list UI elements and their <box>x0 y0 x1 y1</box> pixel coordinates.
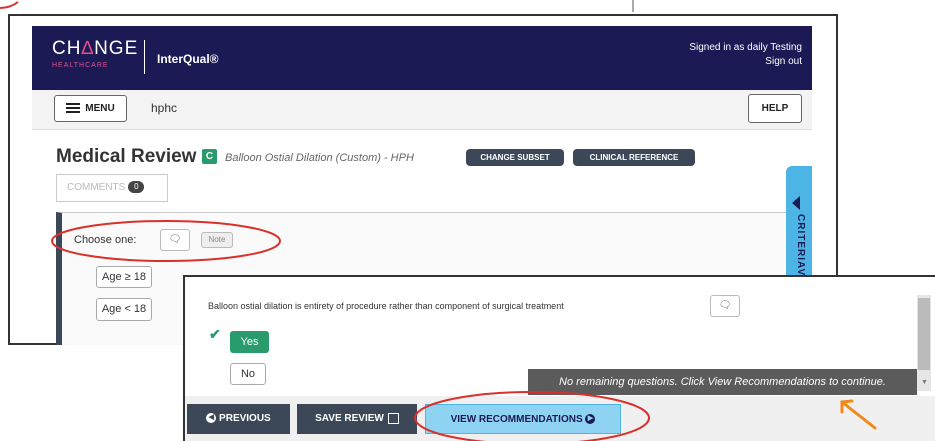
hamburger-icon <box>66 107 81 110</box>
toolbar: MENU hphc HELP <box>32 90 812 130</box>
scroll-down-icon[interactable]: ▼ <box>921 379 928 386</box>
comment-button[interactable]: 🗨︎ <box>710 295 740 317</box>
logo-subtitle: HEALTHCARE <box>52 62 109 69</box>
comments-count-badge: 0 <box>128 181 145 194</box>
question-text: Balloon ostial dilation is entirety of p… <box>208 301 564 311</box>
speech-bubble-icon: 🗨︎ <box>168 234 182 245</box>
scrollbar-thumb[interactable] <box>918 298 930 370</box>
tooltip: No remaining questions. Click View Recom… <box>528 369 917 395</box>
option-age-under-18[interactable]: Age < 18 <box>96 298 152 321</box>
criteria-side-tab[interactable]: CRITERIAV <box>786 166 812 286</box>
save-icon <box>387 412 399 424</box>
chevron-left-icon <box>792 196 800 210</box>
app-header: CH∆NGE HEALTHCARE InterQual® Signed in a… <box>32 26 812 90</box>
comments-button[interactable]: COMMENTS 0 <box>56 174 168 202</box>
change-subset-button[interactable]: CHANGE SUBSET <box>466 149 564 166</box>
checkmark-icon: ✔ <box>209 326 221 342</box>
search-context-text: hphc <box>151 101 178 115</box>
no-button[interactable]: No <box>230 363 266 385</box>
question-label: Choose one: <box>74 234 137 246</box>
save-review-button[interactable]: SAVE REVIEW <box>297 404 417 434</box>
arrow-right-icon: ▶ <box>585 414 596 425</box>
sign-out-link[interactable]: Sign out <box>689 55 802 69</box>
previous-button[interactable]: ◀ PREVIOUS <box>187 404 290 434</box>
view-recommendations-button[interactable]: VIEW RECOMMENDATIONS ▶ <box>425 404 621 434</box>
clinical-reference-button[interactable]: CLINICAL REFERENCE <box>573 149 695 166</box>
subset-badge: C <box>202 149 217 164</box>
user-info: Signed in as daily Testing Sign out <box>689 41 802 69</box>
comment-button[interactable]: 🗨︎ <box>160 229 190 251</box>
product-name: InterQual® <box>157 52 219 66</box>
option-age-18-plus[interactable]: Age ≥ 18 <box>96 266 152 288</box>
page-title: Medical Review <box>56 146 197 167</box>
help-button[interactable]: HELP <box>748 94 802 123</box>
change-healthcare-logo: CH∆NGE <box>52 38 139 59</box>
subset-name: Balloon Ostial Dilation (Custom) - HPH <box>225 152 414 164</box>
menu-button[interactable]: MENU <box>54 95 127 122</box>
signed-in-text: Signed in as daily Testing <box>689 42 802 53</box>
note-button[interactable]: Note <box>201 232 233 248</box>
logo-divider <box>144 40 145 74</box>
yes-button[interactable]: Yes <box>230 331 269 353</box>
criteria-tab-label: CRITERIAV <box>795 214 806 277</box>
speech-bubble-icon: 🗨︎ <box>718 300 732 311</box>
arrow-left-icon: ◀ <box>206 413 217 424</box>
